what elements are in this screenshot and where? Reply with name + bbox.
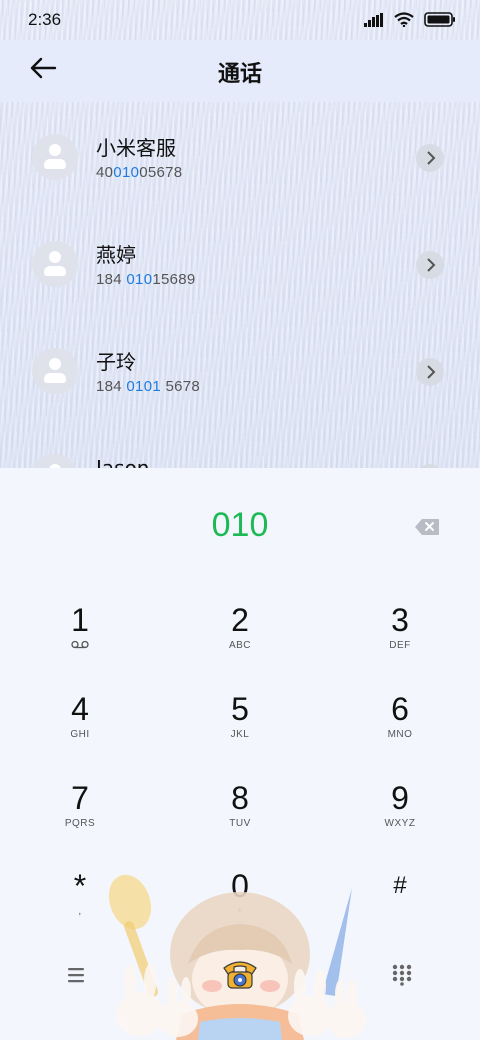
contact-name: 燕婷 [96,243,136,267]
key-7[interactable]: 7 PQRS [25,780,135,856]
contact-name: 小米客服 [96,136,176,160]
signal-icon [364,12,383,27]
contact-item[interactable]: 燕婷 184 01015689 [0,229,480,319]
backspace-button[interactable] [414,518,440,536]
chevron-right-icon [427,365,436,379]
dialpad-toggle-button[interactable] [392,964,414,986]
phone-screen: 2:36 通话 小米客服 4001005678 燕婷 184 01015689 … [0,0,480,1040]
contact-detail-button[interactable] [416,251,444,279]
key-8[interactable]: 8 TUV [185,780,295,856]
avatar [32,134,78,180]
key-9[interactable]: 9 WXYZ [345,780,455,856]
key-6[interactable]: 6 MNO [345,691,455,767]
contact-item[interactable]: 小米客服 4001005678 [0,122,480,212]
contact-number: 4001005678 [96,164,183,181]
menu-icon [68,968,84,983]
menu-button[interactable] [66,966,90,986]
status-icons [364,12,456,27]
contact-detail-button[interactable] [416,358,444,386]
dialed-number: 010 [211,506,269,544]
key-4[interactable]: 4 GHI [25,691,135,767]
avatar [32,241,78,287]
key-1[interactable]: 1 [25,602,135,678]
key-3[interactable]: 3 DEF [345,602,455,678]
contact-list: 小米客服 4001005678 燕婷 184 01015689 子玲 184 0… [0,102,480,468]
wifi-icon [394,12,414,27]
voicemail-icon [71,640,89,649]
backspace-icon [415,519,439,535]
key-5[interactable]: 5 JKL [185,691,295,767]
key-2[interactable]: 2 ABC [185,602,295,678]
bottom-bar [0,944,480,1040]
battery-icon [424,12,455,27]
contact-name: 子玲 [96,350,136,374]
avatar [32,348,78,394]
contact-detail-button[interactable] [416,144,444,172]
page-title: 通话 [217,62,262,87]
dialpad-icon [392,964,412,986]
contact-item[interactable]: 子玲 184 0101 5678 [0,336,480,426]
header: 通话 [0,40,480,102]
chevron-right-icon [427,258,436,272]
contact-name: Jason [96,456,150,468]
status-bar: 2:36 [0,0,480,40]
chevron-right-icon [427,151,436,165]
avatar [32,454,78,468]
contact-number: 184 0101 5678 [96,378,201,395]
contact-item[interactable]: Jason [0,442,480,468]
contact-number: 184 01015689 [96,271,196,288]
status-time: 2:36 [28,10,62,29]
